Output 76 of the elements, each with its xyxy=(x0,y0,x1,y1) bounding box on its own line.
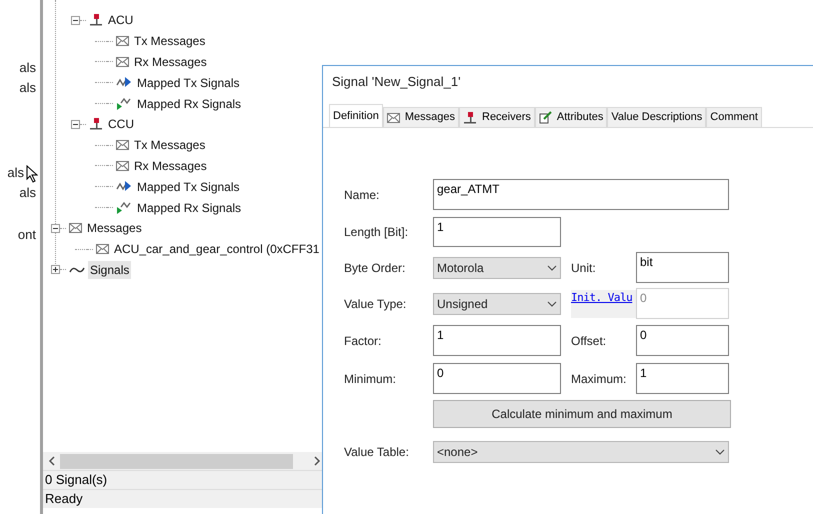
status-text: 0 Signal(s) xyxy=(43,470,322,489)
field-label: Factor: xyxy=(344,332,382,350)
wave-icon xyxy=(69,266,85,274)
envelope-icon xyxy=(116,36,129,46)
envelope-icon xyxy=(96,244,109,254)
collapse-toggle[interactable] xyxy=(71,16,80,25)
mouse-cursor-icon xyxy=(26,165,38,183)
input-field[interactable]: 1 xyxy=(636,363,729,394)
input-field[interactable]: gear_ATMT xyxy=(433,179,729,210)
dialog-title: Signal 'New_Signal_1' xyxy=(331,73,462,92)
tree-item[interactable]: Rx Messages xyxy=(132,156,209,175)
tree-item[interactable]: Tx Messages xyxy=(132,32,208,50)
input-field[interactable]: 0 xyxy=(636,325,729,356)
field-label: Value Table: xyxy=(344,444,410,461)
input-field[interactable]: 1 xyxy=(433,325,561,356)
tree-item[interactable]: CCU xyxy=(106,115,136,134)
field-label: Value Type: xyxy=(344,296,408,312)
dropdown[interactable]: Motorola xyxy=(433,256,561,278)
field-label: Offset: xyxy=(571,332,608,350)
envelope-icon xyxy=(116,140,129,150)
tab[interactable]: Receivers xyxy=(459,107,535,127)
input-field[interactable]: 1 xyxy=(433,217,561,247)
horizontal-scrollbar[interactable] xyxy=(43,452,322,470)
tab[interactable]: Definition xyxy=(329,104,383,127)
input-field[interactable]: bit xyxy=(636,252,729,283)
field-label: Length [Bit]: xyxy=(344,224,410,241)
tab[interactable]: Messages xyxy=(382,107,459,127)
envelope-icon xyxy=(116,56,129,67)
mapped-signal-arrow-icon xyxy=(116,97,132,110)
mapped-signal-arrow-icon xyxy=(116,76,132,90)
field-label: Name: xyxy=(344,186,380,204)
truncated-label: als xyxy=(7,164,24,182)
chevron-down-icon xyxy=(715,449,725,455)
tree-item[interactable]: Mapped Rx Signals xyxy=(135,94,244,113)
field-label: Byte Order: xyxy=(344,260,406,276)
tree-item[interactable]: ACU_car_and_gear_control (0xCFF31 xyxy=(112,240,322,258)
envelope-icon xyxy=(116,160,129,171)
tree-item[interactable]: Rx Messages xyxy=(132,52,209,71)
network-node-icon xyxy=(89,14,103,26)
envelope-icon xyxy=(69,223,82,234)
tree-item[interactable]: ACU xyxy=(106,11,136,30)
truncated-label: als xyxy=(19,79,36,97)
envelope-icon xyxy=(386,112,400,122)
tab[interactable]: Value Descriptions xyxy=(607,107,706,127)
truncated-label: als xyxy=(19,59,36,77)
collapse-toggle[interactable] xyxy=(71,120,80,129)
network-node-icon xyxy=(463,112,477,124)
field-label: Unit: xyxy=(571,260,597,276)
tree-item[interactable]: Mapped Tx Signals xyxy=(135,178,242,196)
dropdown[interactable]: Unsigned xyxy=(433,292,561,314)
scroll-left-icon[interactable] xyxy=(48,456,55,466)
tree-item[interactable]: Mapped Rx Signals xyxy=(135,198,244,217)
input-field[interactable]: 0 xyxy=(433,363,561,394)
mapped-signal-arrow-icon xyxy=(116,180,132,194)
field-label: Minimum: xyxy=(344,370,398,388)
calculate-button[interactable]: Calculate minimum and maximum xyxy=(433,400,731,428)
pencil-note-icon xyxy=(538,111,552,124)
chevron-down-icon xyxy=(547,264,557,270)
tree-item[interactable]: Messages xyxy=(85,219,144,238)
tree-item[interactable]: Mapped Tx Signals xyxy=(135,74,242,92)
network-node-icon xyxy=(89,118,103,130)
chevron-down-icon xyxy=(547,300,557,306)
field-label: Maximum: xyxy=(571,370,628,388)
tab[interactable]: Comment xyxy=(706,107,762,127)
dropdown[interactable]: <none> xyxy=(433,441,729,463)
tree-item[interactable]: Tx Messages xyxy=(132,136,208,154)
scroll-right-icon[interactable] xyxy=(314,456,321,466)
tab[interactable]: Attributes xyxy=(534,107,608,127)
truncated-label: als xyxy=(19,184,36,202)
expand-toggle[interactable] xyxy=(51,265,60,274)
mapped-signal-arrow-icon xyxy=(116,201,132,214)
tree-item[interactable]: Signals xyxy=(88,260,132,279)
truncated-label: ont xyxy=(18,226,36,244)
scrollbar-thumb[interactable] xyxy=(60,454,293,468)
status-text: Ready xyxy=(43,489,322,508)
collapse-toggle[interactable] xyxy=(51,224,60,233)
